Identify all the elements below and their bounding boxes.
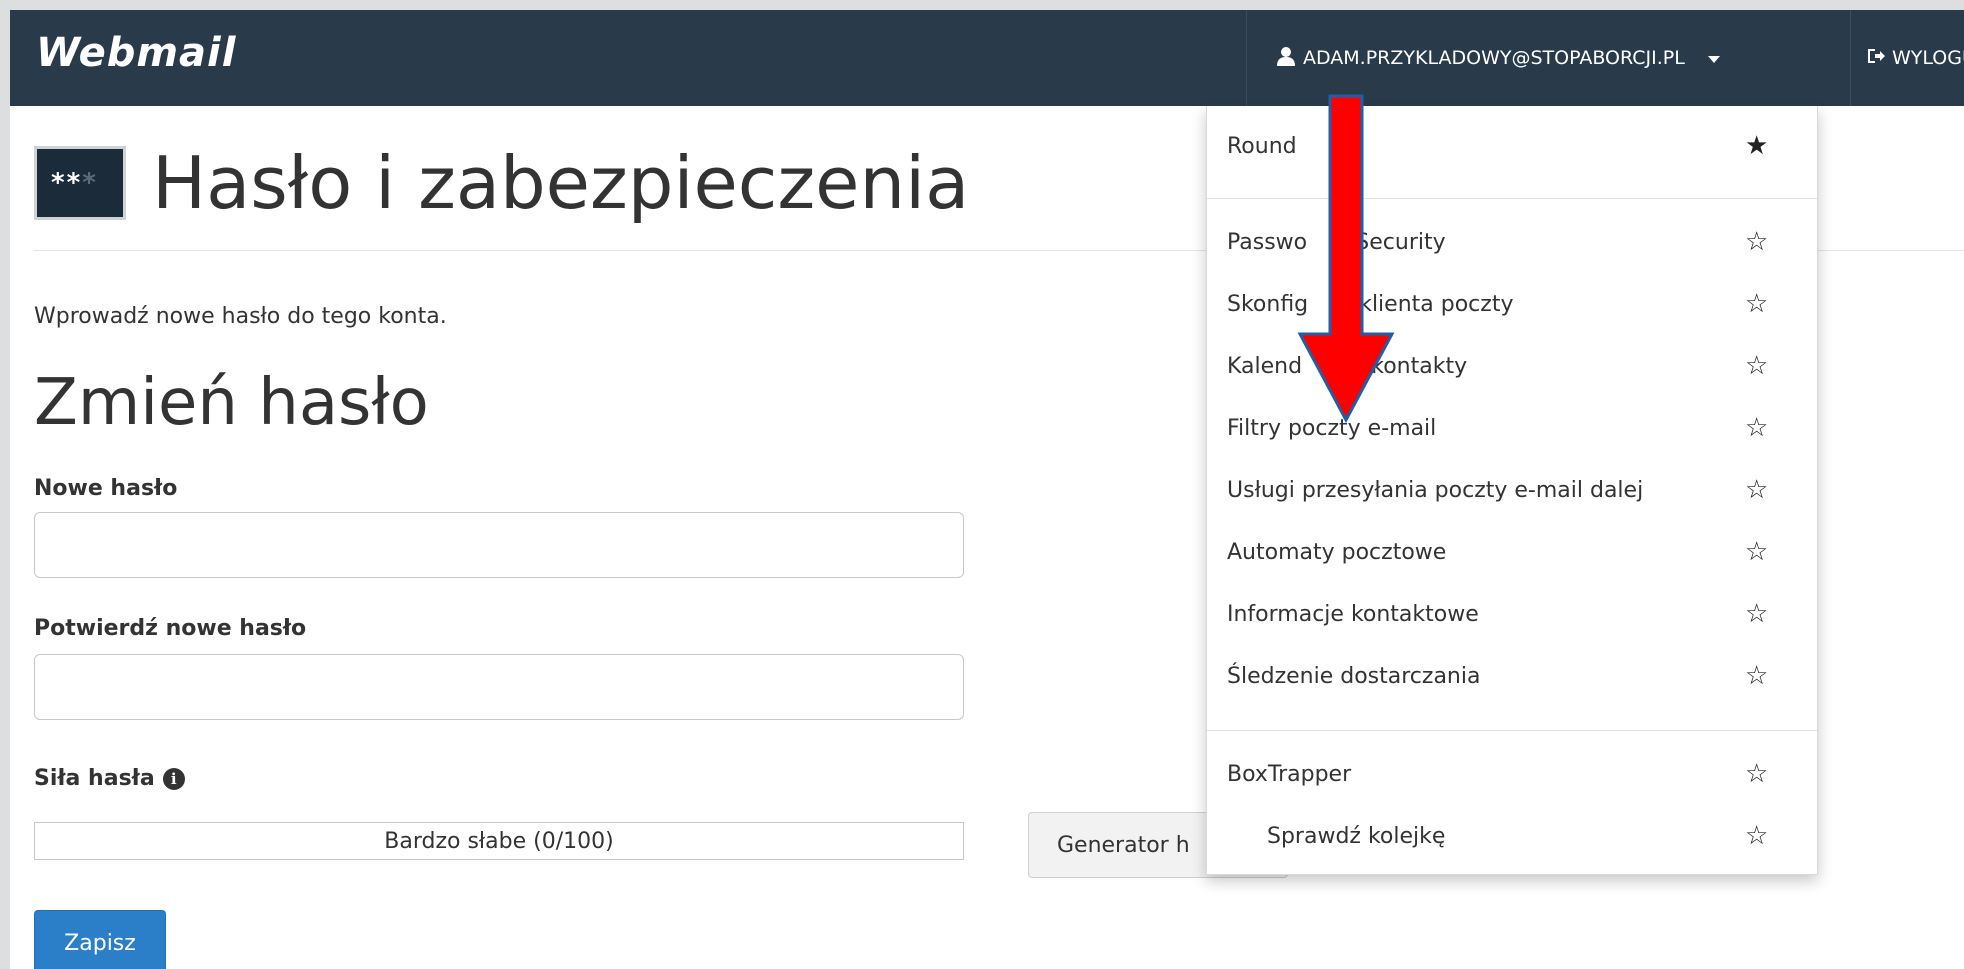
star-empty-icon[interactable]: ☆ [1745,821,1768,851]
menu-item-autoresponders[interactable]: Automaty pocztowe ☆ [1207,524,1817,580]
password-icon: ** * [34,146,126,220]
info-icon[interactable]: i [162,767,185,790]
confirm-password-label: Potwierdź nowe hasło [34,616,307,641]
menu-item-label: Kalend ze i kontakty [1227,354,1467,379]
page-header: ** * Hasło i zabezpieczenia [34,146,969,220]
menu-divider [1207,198,1817,199]
confirm-password-input[interactable] [34,654,964,720]
user-icon [1277,46,1295,71]
menu-divider [1207,730,1817,731]
save-button[interactable]: Zapisz [34,910,166,969]
strength-text: Bardzo słabe (0/100) [384,828,614,854]
menu-item-label: Śledzenie dostarczania [1227,663,1481,689]
menu-item-label: Automaty pocztowe [1227,539,1447,565]
star-empty-icon[interactable]: ☆ [1745,759,1768,789]
star-empty-icon[interactable]: ☆ [1745,475,1768,505]
password-icon-text-dim: * [82,168,98,198]
menu-item-boxtrapper[interactable]: BoxTrapper ☆ [1207,746,1817,802]
menu-item-label: Round be [1227,134,1360,159]
star-empty-icon[interactable]: ☆ [1745,289,1768,319]
menu-item-label-suffix: uj klienta poczty [1332,291,1514,317]
new-password-label: Nowe hasło [34,476,178,501]
menu-item-label: Filtry poczty e-mail [1227,415,1437,441]
menu-item-label-suffix: be [1332,133,1361,159]
star-empty-icon[interactable]: ☆ [1745,413,1768,443]
menu-item-roundcube[interactable]: Round be ★ [1207,118,1817,174]
menu-item-label-suffix: ze i kontakty [1326,353,1468,379]
star-empty-icon[interactable]: ☆ [1745,537,1768,567]
menu-item-label-visible: Kalend [1227,353,1303,379]
section-title: Zmień hasło [34,366,429,440]
star-filled-icon[interactable]: ★ [1745,131,1768,161]
browser-viewport: Webmail ADAM.PRZYKLADOWY@STOPABORCJI.PL … [10,10,1964,969]
menu-item-label-visible: Skonfig [1227,291,1309,317]
logout-label: WYLOGU [1892,47,1964,69]
password-icon-text: ** [51,168,83,198]
top-navigation-bar: Webmail ADAM.PRZYKLADOWY@STOPABORCJI.PL … [10,10,1964,106]
star-empty-icon[interactable]: ☆ [1745,661,1768,691]
password-strength-meter: Bardzo słabe (0/100) [34,822,964,860]
save-label: Zapisz [64,930,136,956]
star-empty-icon[interactable]: ☆ [1745,599,1768,629]
menu-item-label-visible: Round [1227,133,1297,159]
user-dropdown-menu: Round be ★ Passwo & Security ☆ Skonfig uj k… [1206,106,1818,875]
menu-item-forwarders[interactable]: Usługi przesyłania poczty e-mail dalej ☆ [1207,462,1817,518]
menu-item-label: Sprawdź kolejkę [1267,823,1446,849]
intro-text: Wprowadź nowe hasło do tego konta. [34,304,447,329]
user-email: ADAM.PRZYKLADOWY@STOPABORCJI.PL [1303,47,1685,69]
star-empty-icon[interactable]: ☆ [1745,227,1768,257]
menu-item-calendars-contacts[interactable]: Kalend ze i kontakty ☆ [1207,338,1817,394]
webmail-logo[interactable]: Webmail [36,30,236,76]
menu-item-track-delivery[interactable]: Śledzenie dostarczania ☆ [1207,648,1817,704]
user-account-menu[interactable]: ADAM.PRZYKLADOWY@STOPABORCJI.PL [1246,10,1851,106]
strength-label: Siła hasła [34,766,155,791]
menu-item-email-filters[interactable]: Filtry poczty e-mail ☆ [1207,400,1817,456]
menu-item-label: Usługi przesyłania poczty e-mail dalej [1227,477,1644,503]
new-password-input[interactable] [34,512,964,578]
page-title: Hasło i zabezpieczenia [152,141,970,225]
menu-item-check-queue[interactable]: Sprawdź kolejkę ☆ [1207,808,1817,864]
menu-item-configure-mail-client[interactable]: Skonfig uj klienta poczty ☆ [1207,276,1817,332]
menu-item-label: Skonfig uj klienta poczty [1227,292,1513,317]
menu-item-label-suffix: & Security [1331,229,1446,255]
strength-label-row: Siła hasła i [34,766,185,791]
star-empty-icon[interactable]: ☆ [1745,351,1768,381]
logout-link[interactable]: WYLOGU [1866,10,1964,106]
menu-item-contact-information[interactable]: Informacje kontaktowe ☆ [1207,586,1817,642]
caret-down-icon [1707,47,1721,69]
menu-item-label: Passwo & Security [1227,230,1446,255]
menu-item-label: Informacje kontaktowe [1227,601,1479,627]
menu-item-password-security[interactable]: Passwo & Security ☆ [1207,214,1817,270]
menu-item-label: BoxTrapper [1227,761,1352,787]
generator-label: Generator h [1057,832,1190,858]
menu-item-label-visible: Passwo [1227,229,1308,255]
logout-icon [1866,47,1886,70]
